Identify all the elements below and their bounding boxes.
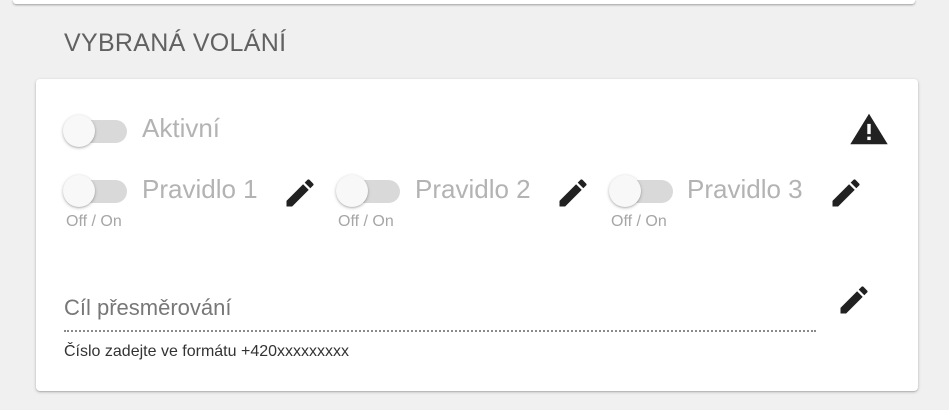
rule-2-edit-pencil-icon[interactable] <box>555 175 591 211</box>
rule-2-label: Pravidlo 2 <box>415 174 531 204</box>
rule-3-edit-pencil-icon[interactable] <box>828 175 864 211</box>
warning-icon <box>850 113 888 145</box>
rule-1-helper: Off / On <box>66 213 122 230</box>
rule-1-edit-pencil-icon[interactable] <box>282 175 318 211</box>
toggle-thumb <box>336 175 368 207</box>
active-toggle-label: Aktivní <box>142 113 221 143</box>
rule-2-toggle[interactable] <box>336 169 400 209</box>
rule-3-helper: Off / On <box>611 213 667 230</box>
toggle-thumb <box>63 175 95 207</box>
rule-1-toggle[interactable] <box>63 169 127 209</box>
redirect-target-underline <box>64 330 816 332</box>
redirect-target-hint: Číslo zadejte ve formátu +420xxxxxxxxx <box>64 343 350 360</box>
rule-3-label: Pravidlo 3 <box>687 174 803 204</box>
toggle-thumb <box>609 175 641 207</box>
active-toggle[interactable] <box>63 109 127 149</box>
rule-2-helper: Off / On <box>338 213 394 230</box>
rule-1-label: Pravidlo 1 <box>142 174 258 204</box>
selected-calls-card: Aktivní Pravidlo 1 Off / On Pravidlo 2 O… <box>36 79 918 391</box>
previous-card-edge <box>13 0 915 4</box>
redirect-target-edit-pencil-icon[interactable] <box>836 282 872 318</box>
rule-3-toggle[interactable] <box>609 169 673 209</box>
redirect-target-field[interactable]: Cíl přesměrování <box>64 295 232 321</box>
toggle-thumb <box>63 115 95 147</box>
section-title: VYBRANÁ VOLÁNÍ <box>64 29 287 57</box>
